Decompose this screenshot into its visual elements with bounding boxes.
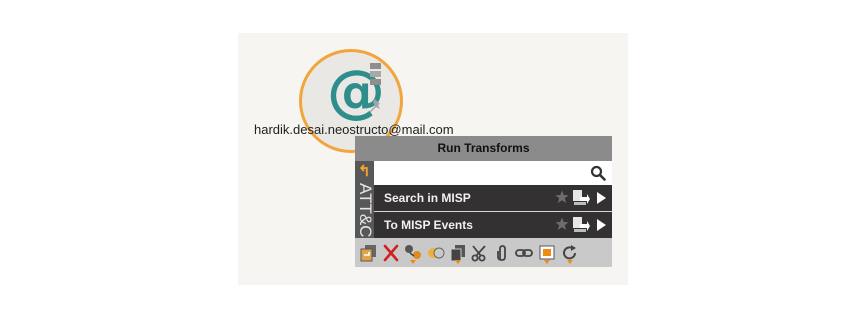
- transform-label: To MISP Events: [384, 218, 473, 232]
- run-transform-icon[interactable]: [572, 216, 590, 233]
- play-icon[interactable]: [596, 192, 606, 204]
- star-icon[interactable]: [555, 190, 569, 204]
- merge-icon[interactable]: [427, 244, 445, 262]
- star-icon[interactable]: [555, 217, 569, 231]
- select-dropdown-icon[interactable]: [544, 260, 550, 264]
- attach-icon[interactable]: [493, 244, 511, 262]
- back-arrow-icon[interactable]: ↰: [358, 163, 371, 181]
- cut-icon[interactable]: [471, 244, 489, 262]
- pin-icon[interactable]: [369, 98, 385, 114]
- collapse-icon[interactable]: [360, 244, 378, 262]
- search-icon[interactable]: [590, 165, 606, 181]
- search-input[interactable]: [374, 161, 584, 185]
- link-icon[interactable]: [515, 244, 533, 262]
- entity-label[interactable]: hardik.desai.neostructo@mail.com: [254, 122, 454, 137]
- side-tab-attack[interactable]: ATT&CK: [357, 183, 373, 238]
- side-tab-strip: ↰ ATT&CK: [355, 161, 374, 238]
- play-icon[interactable]: [596, 219, 606, 231]
- transform-label: Search in MISP: [384, 191, 471, 205]
- search-bar: [374, 161, 612, 185]
- run-transforms-panel: Run Transforms ↰ ATT&CK Search in MISP T…: [355, 136, 612, 267]
- delete-icon[interactable]: [382, 244, 400, 262]
- transform-item-search-in-misp[interactable]: Search in MISP: [374, 185, 612, 211]
- entity-toolbar: [355, 238, 612, 267]
- entity-type-badge-icon: [370, 63, 381, 85]
- refresh-dropdown-icon[interactable]: [567, 260, 573, 264]
- run-transform-icon[interactable]: [572, 189, 590, 206]
- panel-title: Run Transforms: [355, 136, 612, 161]
- change-type-dropdown-icon[interactable]: [410, 260, 416, 264]
- transform-item-to-misp-events[interactable]: To MISP Events: [374, 212, 612, 238]
- copy-dropdown-icon[interactable]: [455, 260, 461, 264]
